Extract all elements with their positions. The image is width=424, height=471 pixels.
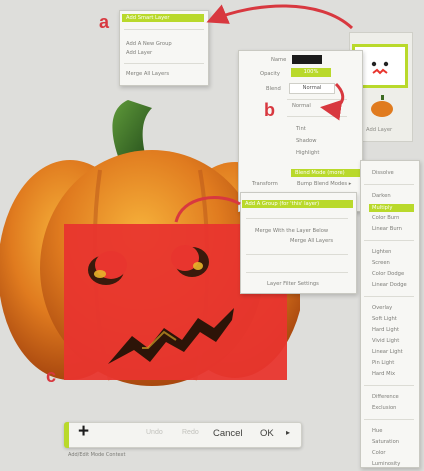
annotation-a: a xyxy=(99,12,110,32)
annotation-c: c xyxy=(46,366,57,386)
annotation-b: b xyxy=(264,100,275,120)
annotation-arrows xyxy=(174,4,354,223)
